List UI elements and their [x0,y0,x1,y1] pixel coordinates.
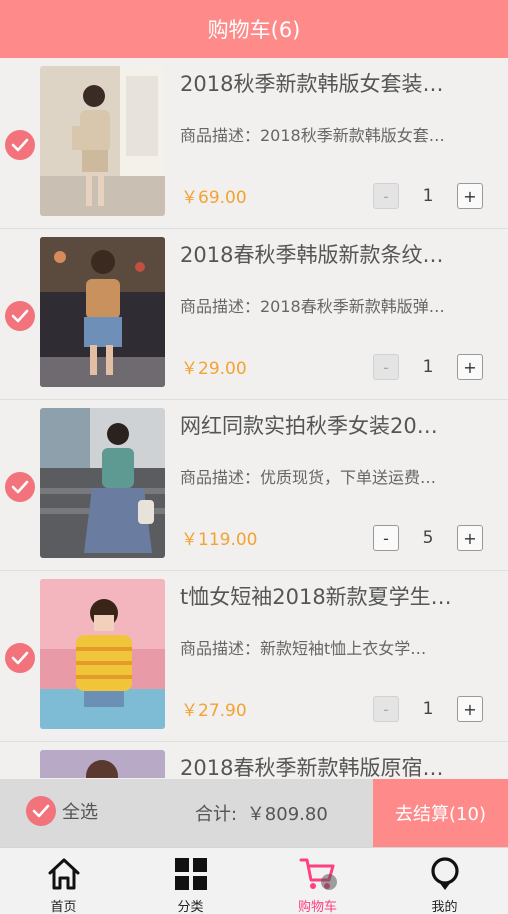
quantity-stepper: - 1 + [373,354,483,380]
decrease-button[interactable]: - [373,525,399,551]
increase-button[interactable]: + [457,696,483,722]
quantity-value: 1 [422,699,434,719]
total-label: 合计: [195,804,238,825]
product-image[interactable] [40,66,165,216]
item-checkbox[interactable] [5,472,35,502]
cart-item: 网红同款实拍秋季女装20… 商品描述：优质现货，下单送运费… ￥119.00 -… [0,400,508,571]
decrease-button[interactable]: - [373,696,399,722]
quantity-stepper: - 5 + [373,525,483,551]
increase-button[interactable]: + [457,525,483,551]
tab-cart[interactable]: 购物车 [254,848,381,914]
cart-item: t恤女短袖2018新款夏学生… 商品描述：新款短袖t恤上衣女学… ￥27.90 … [0,571,508,742]
product-title[interactable]: 2018春秋季新款韩版原宿… [180,752,492,778]
quantity-stepper: - 1 + [373,696,483,722]
item-checkbox[interactable] [5,643,35,673]
checkout-button[interactable]: 去结算(10) [373,779,508,847]
home-icon [45,856,83,892]
total-value: ￥809.80 [246,804,328,825]
quantity-value: 1 [422,186,434,206]
checkmark-icon [11,309,29,323]
product-price: ￥69.00 [181,188,247,208]
cart-item: 2018秋季新款韩版女套装… 商品描述：2018秋季新款韩版女套… ￥69.00… [0,58,508,229]
decrease-button[interactable]: - [373,183,399,209]
product-price: ￥27.90 [181,701,247,721]
tab-label: 首页 [50,900,77,914]
cart-icon [299,856,337,892]
cart-action-bar: 全选 合计: ￥809.80 去结算(10) [0,779,508,847]
page-title: 购物车(6) [207,18,301,42]
cart-list[interactable]: 2018秋季新款韩版女套装… 商品描述：2018秋季新款韩版女套… ￥69.00… [0,58,508,778]
product-description: 商品描述：新款短袖t恤上衣女学… [180,639,427,658]
checkmark-icon [11,651,29,665]
tab-category[interactable]: 分类 [127,848,254,914]
quantity-stepper: - 1 + [373,183,483,209]
bottom-tab-bar: 首页 分类 购物车 我的 [0,847,508,914]
product-image[interactable] [40,750,165,778]
quantity-value: 5 [422,528,434,548]
item-checkbox[interactable] [5,301,35,331]
product-title[interactable]: 网红同款实拍秋季女装20… [180,410,492,440]
decrease-button[interactable]: - [373,354,399,380]
product-title[interactable]: 2018秋季新款韩版女套装… [180,68,492,98]
checkmark-icon [11,138,29,152]
product-title[interactable]: t恤女短袖2018新款夏学生… [180,581,492,611]
cart-total: 合计: ￥809.80 [195,800,328,826]
product-image[interactable] [40,408,165,558]
quantity-value: 1 [422,357,434,377]
tab-home[interactable]: 首页 [0,848,127,914]
tab-label: 购物车 [297,900,337,914]
cart-item: 2018春秋季新款韩版原宿… [0,742,508,778]
product-description: 商品描述：2018秋季新款韩版女套… [180,126,445,145]
header-bar: 购物车(6) [0,0,508,58]
increase-button[interactable]: + [457,354,483,380]
tab-profile[interactable]: 我的 [381,848,508,914]
product-price: ￥29.00 [181,359,247,379]
profile-icon [426,856,464,892]
select-all-label: 全选 [62,802,98,823]
product-image[interactable] [40,237,165,387]
checkmark-icon [32,804,50,818]
product-description: 商品描述：2018春秋季新款韩版弹… [180,297,445,316]
cart-item: 2018春秋季韩版新款条纹… 商品描述：2018春秋季新款韩版弹… ￥29.00… [0,229,508,400]
tab-label: 我的 [431,900,458,914]
checkmark-icon [11,480,29,494]
item-checkbox[interactable] [5,130,35,160]
product-image[interactable] [40,579,165,729]
product-description: 商品描述：优质现货，下单送运费… [180,468,437,487]
tab-label: 分类 [177,900,204,914]
product-price: ￥119.00 [181,530,258,550]
category-grid-icon [172,856,210,892]
product-title[interactable]: 2018春秋季韩版新款条纹… [180,239,492,269]
increase-button[interactable]: + [457,183,483,209]
select-all-toggle[interactable]: 全选 [26,796,98,826]
select-all-checkbox[interactable] [26,796,56,826]
